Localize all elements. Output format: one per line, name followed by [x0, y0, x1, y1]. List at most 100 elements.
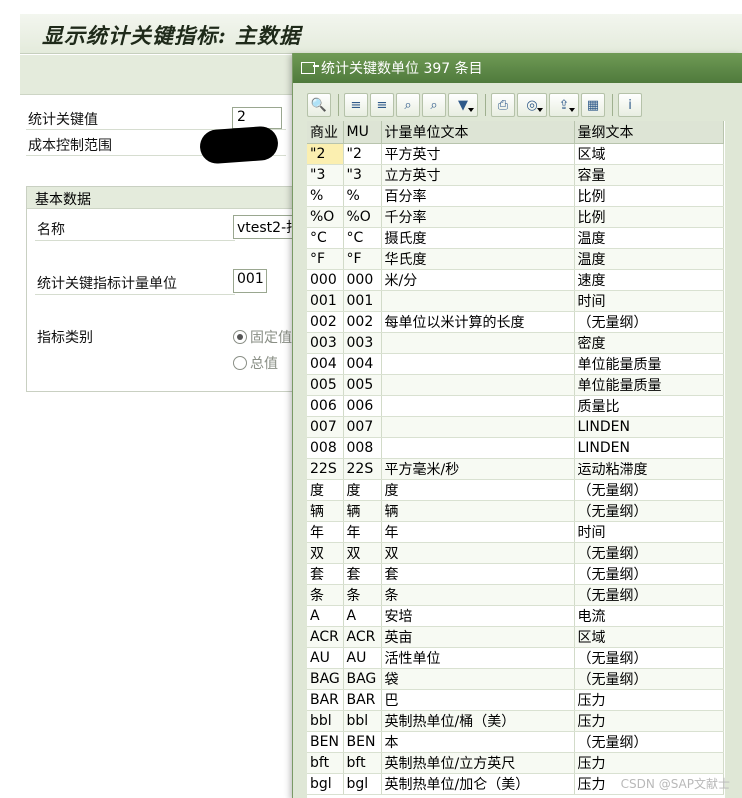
unit-text-cell[interactable]: 摄氏度 [381, 227, 575, 249]
mu-cell[interactable]: °F [343, 248, 382, 270]
commercial-unit-cell[interactable]: %O [307, 206, 344, 228]
commercial-unit-cell[interactable]: 005 [307, 374, 344, 396]
unit-text-cell[interactable] [381, 353, 575, 375]
mu-cell[interactable]: 002 [343, 311, 382, 333]
table-row[interactable]: ACR ACR 英亩 区域 [307, 626, 724, 648]
table-row[interactable]: AU AU 活性单位 （无量纲） [307, 647, 724, 669]
unit-text-cell[interactable]: 千分率 [381, 206, 575, 228]
mu-cell[interactable]: % [343, 185, 382, 207]
column-header-unit-text[interactable]: 计量单位文本 [381, 121, 575, 144]
table-row[interactable]: %% 百分率 比例 [307, 185, 724, 207]
commercial-unit-cell[interactable]: "2 [307, 143, 344, 165]
unit-text-cell[interactable]: 英制热单位/加仑（美） [381, 773, 575, 795]
table-row[interactable]: bft bft 英制热单位/立方英尺 压力 [307, 752, 724, 774]
mu-cell[interactable]: 000 [343, 269, 382, 291]
commercial-unit-cell[interactable]: ACR [307, 626, 344, 648]
unit-text-cell[interactable] [381, 290, 575, 312]
commercial-unit-cell[interactable]: A [307, 605, 344, 627]
mu-cell[interactable]: 005 [343, 374, 382, 396]
commercial-unit-cell[interactable]: bbl [307, 710, 344, 732]
dimension-text-cell[interactable]: （无量纲） [574, 479, 724, 501]
dimension-text-cell[interactable]: （无量纲） [574, 584, 724, 606]
dimension-text-cell[interactable]: （无量纲） [574, 731, 724, 753]
unit-text-cell[interactable] [381, 437, 575, 459]
unit-text-cell[interactable]: 百分率 [381, 185, 575, 207]
mu-cell[interactable]: 度 [343, 479, 382, 501]
table-row[interactable]: 22S 22S 平方毫米/秒 运动粘滞度 [307, 458, 724, 480]
unit-text-cell[interactable]: 活性单位 [381, 647, 575, 669]
table-row[interactable]: 006 006 质量比 [307, 395, 724, 417]
mu-cell[interactable]: 22S [343, 458, 382, 480]
table-row[interactable]: 001 001 时间 [307, 290, 724, 312]
unit-text-cell[interactable]: 平方毫米/秒 [381, 458, 575, 480]
mu-cell[interactable]: 套 [343, 563, 382, 585]
mu-cell[interactable]: °C [343, 227, 382, 249]
unit-text-cell[interactable] [381, 332, 575, 354]
dimension-text-cell[interactable]: 电流 [574, 605, 724, 627]
commercial-unit-cell[interactable]: % [307, 185, 344, 207]
unit-text-cell[interactable]: 安培 [381, 605, 575, 627]
table-row[interactable]: °C °C 摄氏度 温度 [307, 227, 724, 249]
mu-cell[interactable]: 003 [343, 332, 382, 354]
mu-cell[interactable]: 条 [343, 584, 382, 606]
magnifier-button[interactable]: 🔍 [307, 93, 331, 117]
unit-text-cell[interactable]: 华氏度 [381, 248, 575, 270]
dimension-text-cell[interactable]: 区域 [574, 626, 724, 648]
unit-text-cell[interactable]: 袋 [381, 668, 575, 690]
unit-text-cell[interactable]: 巴 [381, 689, 575, 711]
table-row[interactable]: 005 005 单位能量质量 [307, 374, 724, 396]
dimension-text-cell[interactable]: 压力 [574, 689, 724, 711]
table-row[interactable]: °F °F 华氏度 温度 [307, 248, 724, 270]
unit-text-cell[interactable]: 年 [381, 521, 575, 543]
table-row[interactable]: "3 "3 立方英寸 容量 [307, 164, 724, 186]
commercial-unit-cell[interactable]: 年 [307, 521, 344, 543]
unit-text-cell[interactable]: 英制热单位/桶（美） [381, 710, 575, 732]
dimension-text-cell[interactable]: LINDEN [574, 416, 724, 438]
dimension-text-cell[interactable]: 比例 [574, 185, 724, 207]
commercial-unit-cell[interactable]: °F [307, 248, 344, 270]
dimension-text-cell[interactable]: 温度 [574, 227, 724, 249]
mu-cell[interactable]: bgl [343, 773, 382, 795]
commercial-unit-cell[interactable]: 双 [307, 542, 344, 564]
unit-text-cell[interactable]: 英亩 [381, 626, 575, 648]
view-button[interactable]: ◎ [517, 93, 547, 117]
column-header-commercial[interactable]: 商业 [307, 121, 344, 144]
commercial-unit-cell[interactable]: 套 [307, 563, 344, 585]
commercial-unit-cell[interactable]: 条 [307, 584, 344, 606]
commercial-unit-cell[interactable]: 度 [307, 479, 344, 501]
dimension-text-cell[interactable]: 压力 [574, 710, 724, 732]
table-row[interactable]: 辆辆辆（无量纲） [307, 500, 724, 522]
commercial-unit-cell[interactable]: 008 [307, 437, 344, 459]
dimension-text-cell[interactable]: 时间 [574, 290, 724, 312]
dimension-text-cell[interactable]: 温度 [574, 248, 724, 270]
table-row[interactable]: "2 "2 平方英寸 区域 [307, 143, 724, 165]
mu-cell[interactable]: bft [343, 752, 382, 774]
commercial-unit-cell[interactable]: 006 [307, 395, 344, 417]
find-next-button[interactable]: ⌕ [422, 93, 446, 117]
unit-text-cell[interactable]: 条 [381, 584, 575, 606]
mu-cell[interactable]: "3 [343, 164, 382, 186]
table-row[interactable]: 007 007 LINDEN [307, 416, 724, 438]
table-row[interactable]: BAG BAG 袋（无量纲） [307, 668, 724, 690]
dimension-text-cell[interactable]: 运动粘滞度 [574, 458, 724, 480]
dimension-text-cell[interactable]: 单位能量质量 [574, 374, 724, 396]
dimension-text-cell[interactable]: 速度 [574, 269, 724, 291]
dimension-text-cell[interactable]: 质量比 [574, 395, 724, 417]
table-row[interactable]: %O %O 千分率 比例 [307, 206, 724, 228]
mu-cell[interactable]: "2 [343, 143, 382, 165]
unit-text-cell[interactable] [381, 395, 575, 417]
table-row[interactable]: bbl bbl 英制热单位/桶（美） 压力 [307, 710, 724, 732]
mu-cell[interactable]: AU [343, 647, 382, 669]
table-row[interactable]: 008 008 LINDEN [307, 437, 724, 459]
mu-cell[interactable]: 001 [343, 290, 382, 312]
dimension-text-cell[interactable]: 区域 [574, 143, 724, 165]
dimension-text-cell[interactable]: （无量纲） [574, 311, 724, 333]
commercial-unit-cell[interactable]: 辆 [307, 500, 344, 522]
info-button[interactable]: i [618, 93, 642, 117]
unit-text-cell[interactable]: 英制热单位/立方英尺 [381, 752, 575, 774]
sort-ascending-button[interactable]: ≡ [344, 93, 368, 117]
table-row[interactable]: 000 000 米/分 速度 [307, 269, 724, 291]
commercial-unit-cell[interactable]: AU [307, 647, 344, 669]
dimension-text-cell[interactable]: （无量纲） [574, 647, 724, 669]
commercial-unit-cell[interactable]: bft [307, 752, 344, 774]
